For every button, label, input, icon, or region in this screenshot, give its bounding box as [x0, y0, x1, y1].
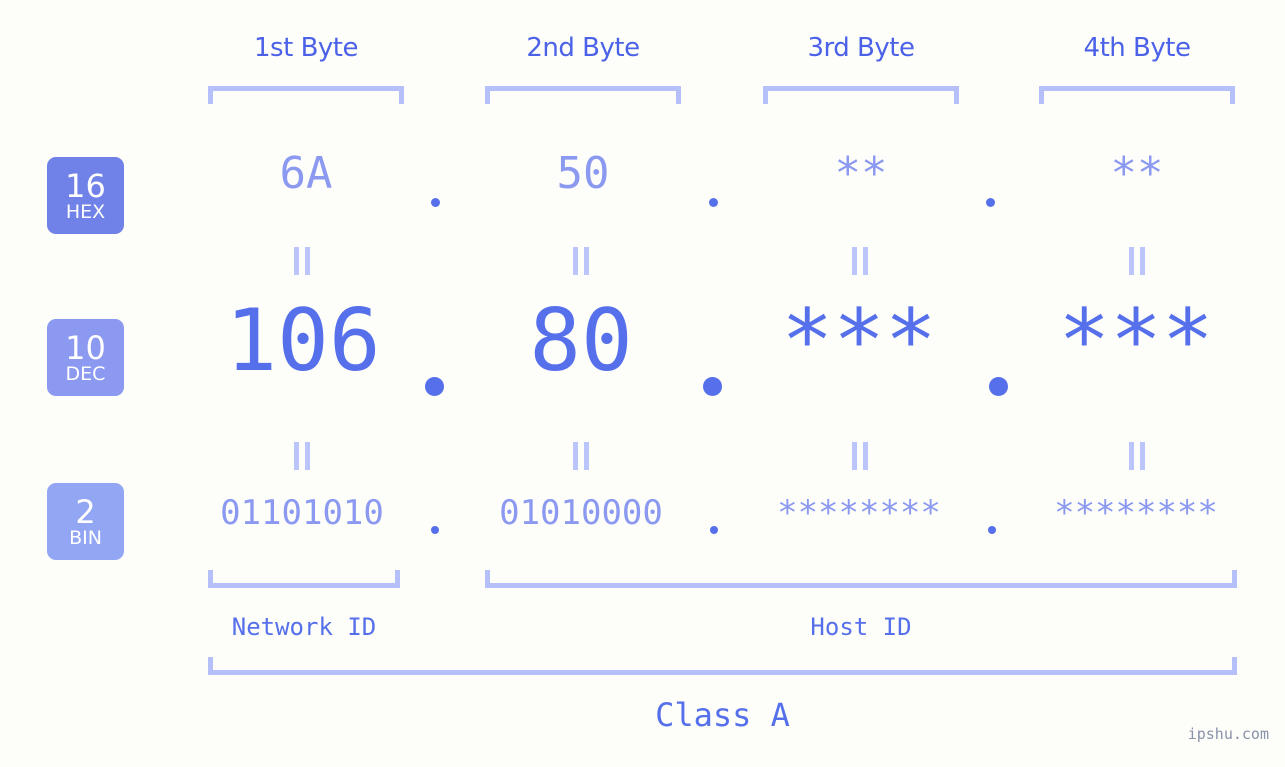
base-badge-dec-name: DEC: [65, 362, 106, 385]
equals-mark-hex-dec-1: [291, 247, 313, 275]
bin-separator-dot-1: [431, 526, 439, 534]
byte-header-4: 4th Byte: [1083, 33, 1191, 63]
equals-mark-hex-dec-2: [570, 247, 592, 275]
byte-header-3: 3rd Byte: [807, 33, 915, 63]
hex-value-byte-4: **: [1110, 148, 1164, 199]
base-badge-bin-number: 2: [75, 492, 96, 531]
dec-separator-dot-1: [425, 377, 444, 396]
dec-value-byte-2: 80: [529, 291, 633, 391]
dec-value-byte-3: ***: [781, 291, 937, 391]
bin-separator-dot-2: [710, 526, 718, 534]
class-label: Class A: [655, 696, 790, 734]
base-badge-bin: 2 BIN: [47, 483, 124, 560]
equals-mark-hex-dec-3: [849, 247, 871, 275]
dec-separator-dot-3: [989, 377, 1008, 396]
byte-bracket-4: [1039, 86, 1235, 104]
byte-bracket-3: [763, 86, 959, 104]
base-badge-dec: 10 DEC: [47, 319, 124, 396]
byte-bracket-1: [208, 86, 404, 104]
site-watermark: ipshu.com: [1187, 725, 1269, 743]
bin-value-byte-2: 01010000: [499, 493, 663, 533]
network-id-label: Network ID: [231, 613, 377, 641]
equals-mark-dec-bin-4: [1126, 442, 1148, 470]
equals-mark-dec-bin-2: [570, 442, 592, 470]
hex-separator-dot-1: [431, 198, 440, 207]
equals-mark-dec-bin-1: [291, 442, 313, 470]
base-badge-dec-number: 10: [65, 328, 106, 367]
dec-separator-dot-2: [703, 377, 722, 396]
class-bracket: [208, 657, 1237, 675]
dec-value-byte-1: 106: [225, 291, 381, 391]
dec-value-byte-4: ***: [1058, 291, 1214, 391]
bin-value-byte-3: ********: [777, 493, 941, 533]
hex-value-byte-3: **: [834, 148, 888, 199]
equals-mark-dec-bin-3: [849, 442, 871, 470]
base-badge-bin-name: BIN: [69, 526, 102, 549]
base-badge-hex-name: HEX: [65, 200, 106, 223]
bin-value-byte-4: ********: [1054, 493, 1218, 533]
hex-value-byte-2: 50: [556, 148, 610, 199]
bin-separator-dot-3: [988, 526, 996, 534]
base-badge-hex-number: 16: [65, 166, 106, 205]
host-id-bracket: [485, 570, 1237, 588]
network-id-bracket: [208, 570, 400, 588]
hex-value-byte-1: 6A: [279, 148, 333, 199]
bin-value-byte-1: 01101010: [220, 493, 384, 533]
hex-separator-dot-2: [709, 198, 718, 207]
ip-address-breakdown-diagram: 1st Byte 2nd Byte 3rd Byte 4th Byte 16 H…: [0, 0, 1285, 767]
base-badge-hex: 16 HEX: [47, 157, 124, 234]
hex-separator-dot-3: [986, 198, 995, 207]
equals-mark-hex-dec-4: [1126, 247, 1148, 275]
byte-bracket-2: [485, 86, 681, 104]
byte-header-2: 2nd Byte: [526, 33, 640, 63]
host-id-label: Host ID: [810, 613, 912, 641]
byte-header-1: 1st Byte: [254, 33, 358, 63]
